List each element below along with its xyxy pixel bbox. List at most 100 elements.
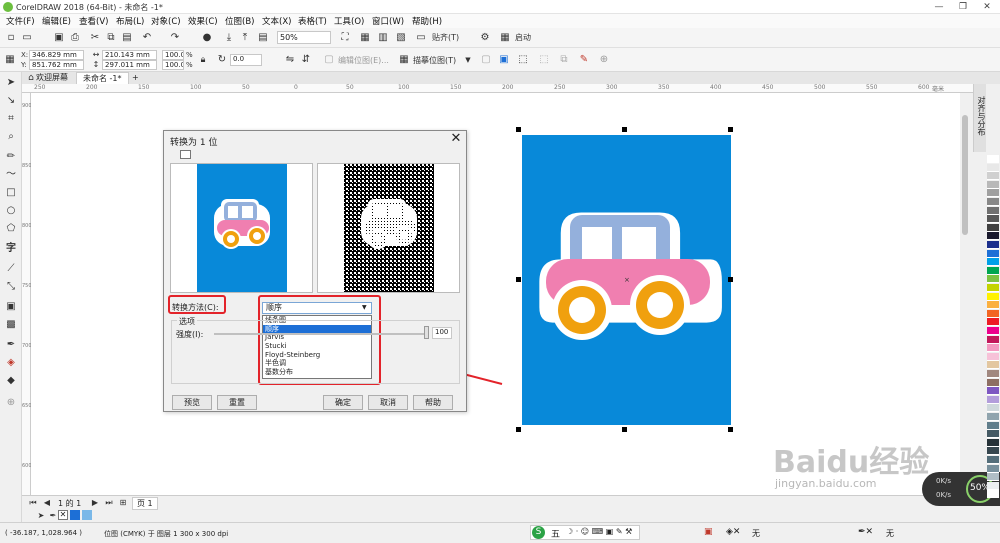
tint-icon[interactable]: ✎ [577, 53, 591, 67]
mirror-vertical-icon[interactable]: ⇵ [299, 53, 313, 67]
help-button[interactable]: 帮助 [413, 395, 453, 410]
palette-swatch[interactable] [987, 309, 999, 318]
palette-swatch[interactable] [987, 198, 999, 206]
palette-swatch[interactable] [987, 352, 999, 361]
page-tab[interactable]: 页 1 [132, 497, 158, 510]
ime-logo-icon[interactable]: S [532, 526, 545, 539]
freehand-tool-icon[interactable]: ✏ [4, 150, 18, 164]
full-screen-icon[interactable]: ⛶ [338, 31, 352, 45]
drop-shadow-icon[interactable]: ▣ [4, 300, 18, 314]
palette-swatch[interactable] [987, 490, 999, 499]
palette-swatch[interactable] [987, 327, 999, 335]
palette-swatch[interactable] [987, 378, 999, 387]
x-position-field[interactable]: 346.829 mm [29, 50, 84, 60]
chevron-down-icon[interactable]: ▼ [461, 53, 475, 67]
trace-bitmap-icon[interactable]: ▦ [397, 53, 411, 67]
conversion-method-combobox[interactable]: 顺序 ▼ [262, 302, 372, 314]
menu-help[interactable]: 帮助(H) [412, 15, 442, 27]
selection-handle[interactable] [728, 127, 733, 132]
zoom-level-field[interactable]: 50% [277, 31, 331, 44]
ime-mode-label[interactable]: 五 [551, 527, 560, 540]
menu-table[interactable]: 表格(T) [298, 15, 327, 27]
selection-handle[interactable] [516, 427, 521, 432]
shape-tool-icon[interactable]: ↘ [4, 94, 18, 108]
reset-button[interactable]: 重置 [217, 395, 257, 410]
restore-button[interactable]: ❐ [952, 0, 974, 14]
prev-page-icon[interactable]: ◀ [40, 496, 54, 510]
palette-swatch[interactable] [987, 335, 999, 344]
last-page-icon[interactable]: ⏭ [102, 496, 116, 510]
palette-swatch[interactable] [987, 232, 999, 241]
palette-swatch[interactable] [987, 241, 999, 249]
zoom-tool-icon[interactable]: ⌕ [4, 130, 18, 144]
selection-handle[interactable] [622, 127, 627, 132]
ok-button[interactable]: 确定 [323, 395, 363, 410]
selection-handle[interactable] [622, 427, 627, 432]
launch-icon[interactable]: ▦ [498, 31, 512, 45]
trace-bitmap-label[interactable]: 描摹位图(T) [413, 55, 456, 66]
preview-toggle-icon[interactable] [180, 150, 191, 159]
launch-label[interactable]: 启动 [515, 32, 531, 43]
print-icon[interactable]: ⎙ [68, 31, 82, 45]
palette-swatch[interactable] [987, 172, 999, 181]
snap-icon[interactable]: ▭ [414, 31, 428, 45]
ellipse-tool-icon[interactable]: ○ [4, 204, 18, 218]
paste-icon[interactable]: ▤ [120, 31, 134, 45]
rotation-field[interactable]: 0.0 [230, 54, 262, 66]
undo-icon[interactable]: ↶ [140, 31, 154, 45]
palette-swatch[interactable] [987, 361, 999, 370]
height-field[interactable]: 297.011 mm [102, 60, 157, 70]
palette-swatch[interactable] [987, 292, 999, 301]
interactive-fill-icon[interactable]: ◈ [4, 356, 18, 370]
palette-swatch[interactable] [987, 275, 999, 284]
palette-swatch[interactable] [987, 387, 999, 396]
redo-icon[interactable]: ↷ [168, 31, 182, 45]
mirror-horizontal-icon[interactable]: ⇋ [283, 53, 297, 67]
menu-object[interactable]: 对象(C) [151, 15, 181, 27]
selection-handle[interactable] [728, 427, 733, 432]
y-position-field[interactable]: 851.762 mm [29, 60, 84, 70]
palette-swatch[interactable] [987, 284, 999, 292]
search-content-icon[interactable]: ● [200, 31, 214, 45]
palette-swatch[interactable] [987, 223, 999, 232]
first-page-icon[interactable]: ⏮ [26, 496, 40, 510]
polygon-tool-icon[interactable]: ⬠ [4, 222, 18, 236]
add-tool-icon[interactable]: ⊕ [4, 396, 18, 410]
edit-bitmap-icon[interactable]: ▢ [322, 53, 336, 67]
palette-swatch[interactable] [987, 206, 999, 215]
dialog-close-button[interactable]: ✕ [448, 131, 464, 147]
menu-bitmaps[interactable]: 位图(B) [225, 15, 254, 27]
tab-document[interactable]: 未命名 -1* [76, 72, 129, 84]
palette-swatch[interactable] [987, 464, 999, 473]
palette-swatch[interactable] [987, 180, 999, 189]
palette-swatch[interactable] [987, 258, 999, 267]
guidelines-icon[interactable]: ▧ [394, 31, 408, 45]
bitmap-image[interactable]: × [522, 135, 731, 425]
bitmap-border-icon[interactable]: ⬚ [516, 53, 530, 67]
menu-tools[interactable]: 工具(O) [334, 15, 364, 27]
scale-height-field[interactable]: 100.0 [162, 60, 184, 70]
palette-swatch[interactable] [987, 318, 999, 327]
recent-color-swatch[interactable] [70, 510, 80, 520]
rulers-icon[interactable]: ▦ [358, 31, 372, 45]
menu-layout[interactable]: 布局(L) [116, 15, 144, 27]
new-document-icon[interactable]: ▫ [4, 31, 18, 45]
palette-swatch[interactable] [987, 163, 999, 172]
color-mask-icon[interactable]: ⬚ [537, 53, 551, 67]
resample-icon[interactable]: ▢ [479, 53, 493, 67]
lock-ratio-icon[interactable]: 🔒︎ [196, 53, 210, 67]
next-page-icon[interactable]: ▶ [88, 496, 102, 510]
palette-swatch[interactable] [987, 249, 999, 258]
edit-bitmap-label[interactable]: 编辑位图(E)... [338, 55, 389, 66]
cut-icon[interactable]: ✂ [88, 31, 102, 45]
no-color-swatch[interactable]: ✕ [58, 510, 68, 520]
smart-fill-icon[interactable]: ◆ [4, 374, 18, 388]
strength-slider-thumb[interactable] [424, 326, 429, 339]
palette-swatch[interactable] [987, 370, 999, 378]
pick-tool-icon[interactable]: ➤ [4, 76, 18, 90]
ime-tools-icon[interactable]: ☽ · ☺ ⌨ ▣ ✎ ⚒ [566, 527, 632, 536]
text-tool-icon[interactable]: 字 [4, 242, 18, 256]
export-icon[interactable]: ⤒ [238, 31, 252, 45]
snap-to-label[interactable]: 贴齐(T) [432, 32, 459, 43]
cancel-button[interactable]: 取消 [368, 395, 408, 410]
